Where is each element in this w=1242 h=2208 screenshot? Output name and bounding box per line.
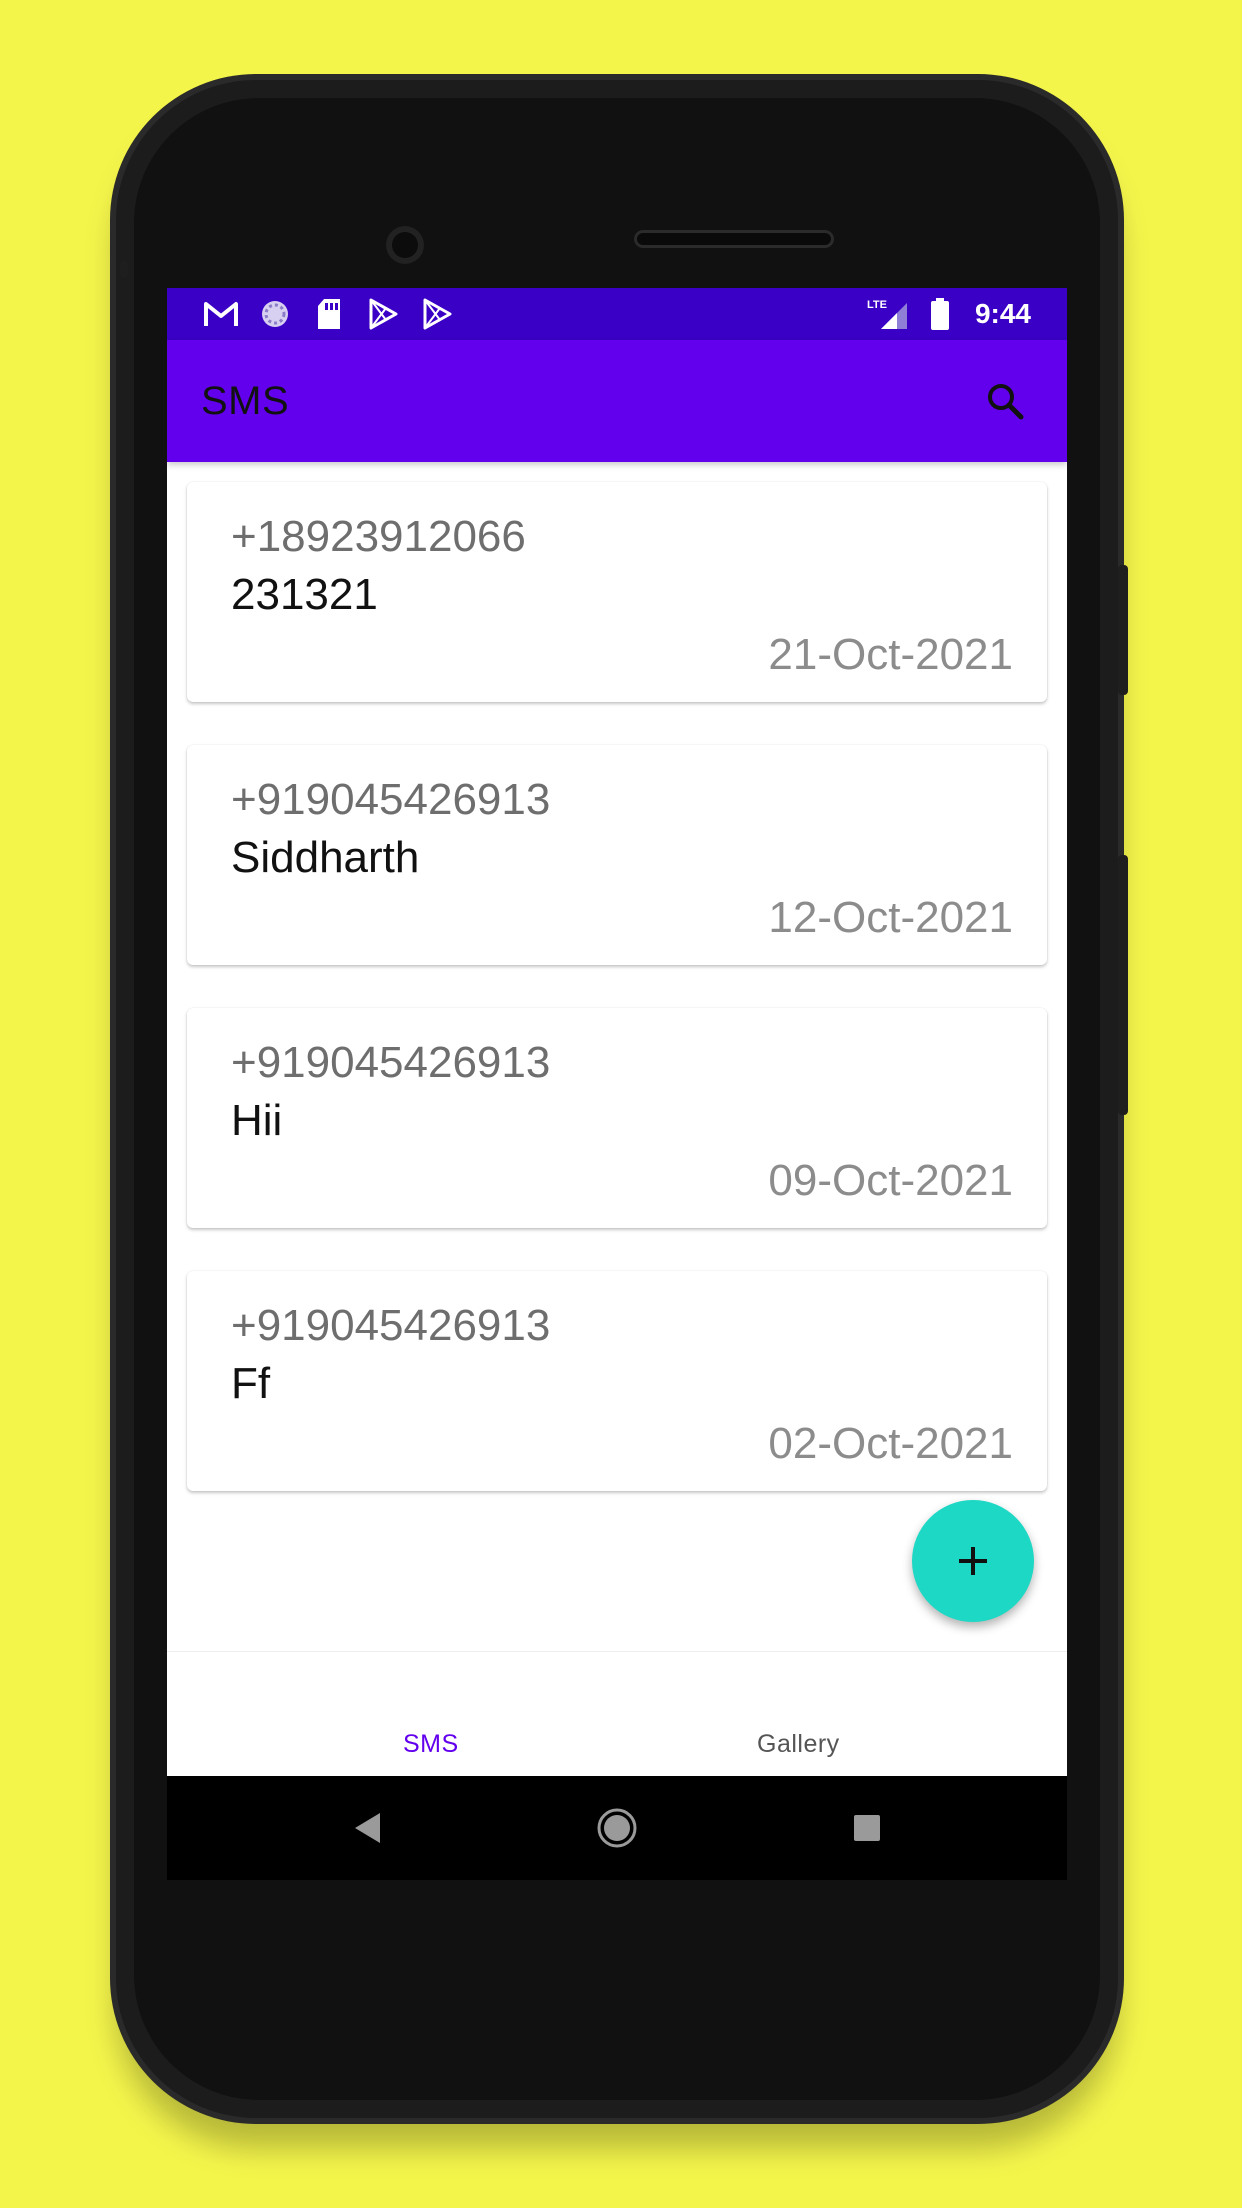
home-button[interactable] <box>595 1806 639 1850</box>
bottom-nav-gallery[interactable]: Gallery <box>757 1730 840 1759</box>
back-icon <box>355 1813 380 1843</box>
message-date: 02-Oct-2021 <box>768 1419 1013 1468</box>
message-body: Hii <box>231 1096 283 1145</box>
home-icon <box>597 1808 637 1848</box>
message-date: 09-Oct-2021 <box>768 1156 1013 1205</box>
message-sender: +18923912066 <box>231 512 526 561</box>
status-bar: LTE 9:44 <box>167 288 1067 340</box>
message-date: 21-Oct-2021 <box>768 630 1013 679</box>
app-title: SMS <box>201 378 290 423</box>
front-camera <box>386 226 424 264</box>
message-sender: +919045426913 <box>231 775 551 824</box>
message-sender: +919045426913 <box>231 1038 551 1087</box>
recents-icon <box>854 1815 880 1841</box>
play-store-icon <box>419 298 455 330</box>
message-card[interactable]: +919045426913 Siddharth 12-Oct-2021 <box>187 745 1047 965</box>
loading-icon <box>257 298 293 330</box>
play-store-icon <box>365 298 401 330</box>
back-button[interactable] <box>345 1806 389 1850</box>
message-date: 12-Oct-2021 <box>768 893 1013 942</box>
plus-icon <box>959 1547 987 1575</box>
power-button <box>1118 565 1128 695</box>
search-button[interactable] <box>977 373 1033 429</box>
bottom-nav-sms[interactable]: SMS <box>403 1730 459 1759</box>
gmail-icon <box>203 298 239 330</box>
bottom-navigation: SMS Gallery <box>167 1651 1067 1776</box>
message-body: Siddharth <box>231 833 420 882</box>
volume-button <box>1118 855 1128 1115</box>
sd-card-icon <box>311 298 347 330</box>
message-body: Ff <box>231 1359 271 1408</box>
message-sender: +919045426913 <box>231 1301 551 1350</box>
system-navigation-bar <box>167 1776 1067 1880</box>
message-card[interactable]: +18923912066 231321 21-Oct-2021 <box>187 482 1047 702</box>
app-screen: LTE 9:44 SMS +18923912066 231321 21-Oct-… <box>167 288 1067 1776</box>
battery-icon <box>929 298 951 330</box>
svg-text:LTE: LTE <box>867 299 887 311</box>
notification-icons <box>203 298 455 330</box>
lte-signal-icon: LTE <box>867 298 911 330</box>
message-list: +18923912066 231321 21-Oct-2021 +9190454… <box>167 482 1067 1652</box>
add-message-button[interactable] <box>912 1500 1034 1622</box>
message-card[interactable]: +919045426913 Hii 09-Oct-2021 <box>187 1008 1047 1228</box>
message-body: 231321 <box>231 570 378 619</box>
earpiece-speaker <box>634 230 834 248</box>
recents-button[interactable] <box>845 1806 889 1850</box>
system-status-icons: LTE 9:44 <box>867 298 1031 330</box>
search-icon <box>988 384 1024 420</box>
left-edge-button <box>120 260 128 278</box>
status-time: 9:44 <box>974 298 1031 329</box>
message-card[interactable]: +919045426913 Ff 02-Oct-2021 <box>187 1271 1047 1491</box>
app-bar: SMS <box>167 340 1067 462</box>
